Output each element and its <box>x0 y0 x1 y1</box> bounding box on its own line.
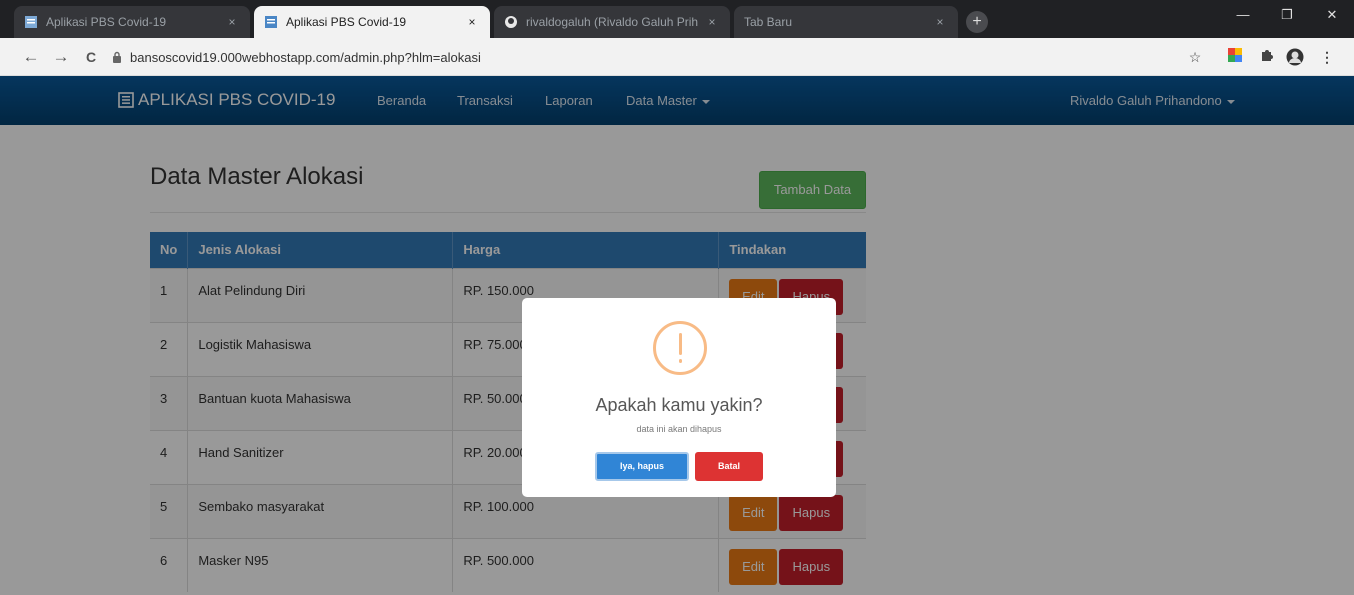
browser-tab-3[interactable]: rivaldogaluh (Rivaldo Galuh Prih × <box>494 6 730 38</box>
puzzle-icon[interactable] <box>1258 48 1276 66</box>
forward-button[interactable]: → <box>50 46 72 68</box>
browser-tab-strip: Aplikasi PBS Covid-19 × Aplikasi PBS Cov… <box>0 0 1354 38</box>
warning-icon <box>653 321 707 375</box>
url-input[interactable]: bansoscovid19.000webhostapp.com/admin.ph… <box>112 44 1162 70</box>
browser-tab-title: Aplikasi PBS Covid-19 <box>46 15 167 29</box>
browser-tab-4[interactable]: Tab Baru × <box>734 6 958 38</box>
window-close-button[interactable]: ✕ <box>1310 0 1354 30</box>
close-icon[interactable]: × <box>464 15 480 29</box>
warning-icon-dot <box>679 359 682 363</box>
browser-tab-title: rivaldogaluh (Rivaldo Galuh Prih <box>526 15 699 29</box>
dialog-text: data ini akan dihapus <box>636 424 722 434</box>
maximize-button[interactable]: ❐ <box>1265 0 1309 30</box>
confirm-dialog: Apakah kamu yakin? data ini akan dihapus… <box>522 298 836 497</box>
close-icon[interactable]: × <box>932 15 948 29</box>
avatar[interactable] <box>1286 48 1304 66</box>
browser-tab-1[interactable]: Aplikasi PBS Covid-19 × <box>14 6 250 38</box>
warning-icon-bar <box>679 333 682 355</box>
browser-tab-title: Tab Baru <box>744 15 793 29</box>
minimize-button[interactable]: — <box>1221 0 1265 30</box>
reload-button[interactable]: C <box>80 46 102 68</box>
github-icon <box>505 16 517 28</box>
cancel-button[interactable]: Batal <box>695 452 763 481</box>
browser-tab-title: Aplikasi PBS Covid-19 <box>286 15 407 29</box>
url-text: bansoscovid19.000webhostapp.com/admin.ph… <box>130 49 481 65</box>
lock-icon <box>113 51 121 63</box>
dialog-title: Apakah kamu yakin? <box>595 395 763 415</box>
browser-tab-2[interactable]: Aplikasi PBS Covid-19 × <box>254 6 490 38</box>
star-icon[interactable]: ☆ <box>1186 48 1204 66</box>
document-icon <box>265 16 277 28</box>
document-icon <box>25 16 37 28</box>
back-button[interactable]: ← <box>20 46 42 68</box>
extension-color-icon[interactable] <box>1226 48 1244 66</box>
menu-icon[interactable]: ⋮ <box>1318 48 1336 66</box>
address-bar: ← → C bansoscovid19.000webhostapp.com/ad… <box>0 38 1354 76</box>
confirm-delete-button[interactable]: Iya, hapus <box>595 452 689 481</box>
close-icon[interactable]: × <box>704 15 720 29</box>
new-tab-button[interactable]: + <box>966 11 988 33</box>
close-icon[interactable]: × <box>224 15 240 29</box>
